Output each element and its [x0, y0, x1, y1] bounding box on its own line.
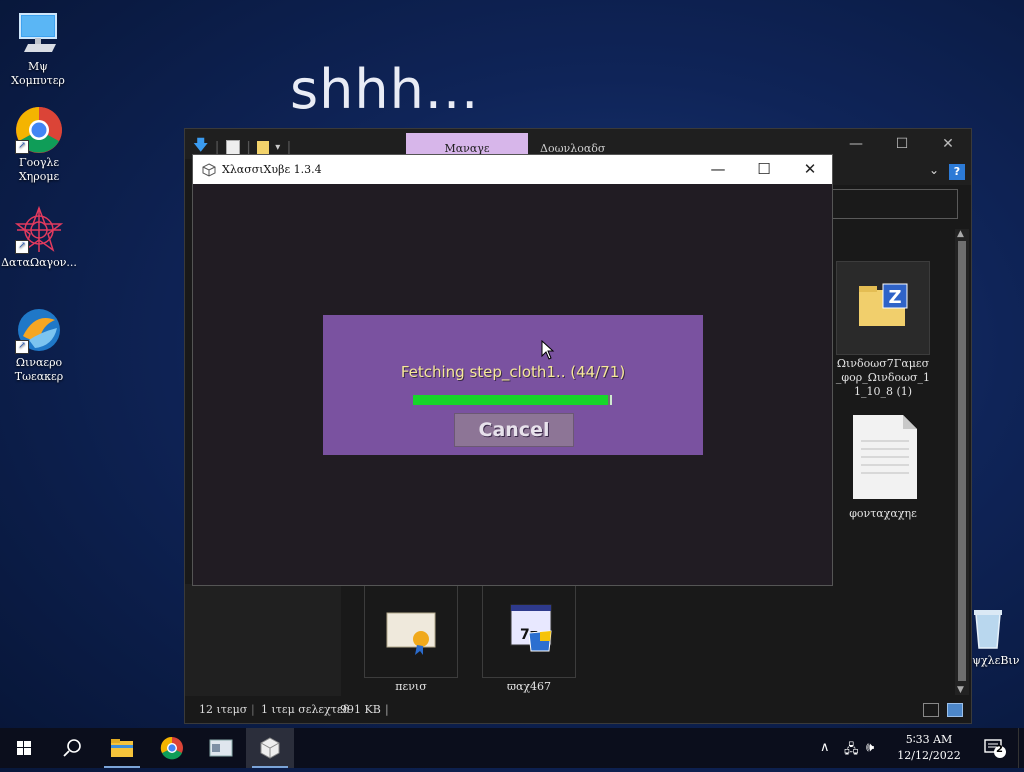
- taskbar-file-explorer[interactable]: [98, 728, 146, 768]
- file-name: Ωινδοωσ7Γαμεσ_φορ_Ωινδοωσ_11_10_8 (1): [835, 357, 931, 398]
- cancel-button[interactable]: Cancel: [454, 413, 574, 447]
- item-count: 12 ιτεμσ: [199, 703, 248, 716]
- navigation-pane[interactable]: [185, 584, 341, 696]
- game-canvas[interactable]: Fetching step_cloth1.. (44/71) Cancel: [193, 184, 832, 585]
- classicube-window[interactable]: ΧλασσιΧυβε 1.3.4 — ☐ ✕ Fetching step_clo…: [192, 154, 833, 586]
- maximize-button[interactable]: ☐: [741, 155, 787, 184]
- details-view-icon[interactable]: [923, 703, 939, 717]
- file-name: πενισ: [395, 680, 427, 693]
- start-button[interactable]: [0, 728, 48, 768]
- file-item[interactable]: πενισ: [363, 584, 459, 694]
- wallpaper-text: shhh...: [290, 58, 480, 121]
- shortcut-arrow-icon: ↗: [15, 340, 29, 354]
- desktop-icon-datawagon[interactable]: ↗ ΔαταΩαγον...: [1, 205, 77, 270]
- desktop-icon-label: ΔαταΩαγον...: [1, 256, 77, 269]
- clock[interactable]: 5∶33 AM 12/12/2022: [886, 732, 972, 764]
- notification-count: 2: [996, 744, 1003, 755]
- taskbar: ∧ 🖧 🕪 5∶33 AM 12/12/2022 2: [0, 728, 1024, 768]
- taskbar-app[interactable]: [197, 728, 245, 768]
- chevron-down-icon[interactable]: ▾: [275, 142, 280, 153]
- shortcut-arrow-icon: ↗: [15, 240, 29, 254]
- desktop-icon-label: Γοογλε Χηρομε: [18, 156, 60, 183]
- desktop-icon-winaero[interactable]: ↗ Ωιναερο Τωεακερ: [1, 306, 77, 384]
- search-icon: [63, 739, 81, 757]
- certificate-icon: [364, 584, 458, 678]
- selection-info: 1 ιτεμ σελεχτεδ: [261, 703, 350, 716]
- vertical-scrollbar[interactable]: ▲ ▼: [955, 229, 969, 695]
- file-item[interactable]: 7z ϖαχ467: [481, 584, 577, 694]
- document-icon: [837, 413, 929, 505]
- classicube-title-bar[interactable]: ΧλασσιΧυβε 1.3.4 — ☐ ✕: [193, 155, 832, 184]
- file-item[interactable]: φονταχαχηε: [835, 413, 931, 521]
- network-icon[interactable]: 🖧: [844, 740, 859, 762]
- app-window-icon: [209, 739, 233, 757]
- large-icons-view-icon[interactable]: [947, 703, 963, 717]
- help-icon[interactable]: ?: [949, 164, 965, 180]
- chrome-icon: [160, 736, 183, 760]
- desktop-icon-label: Μψ Χομπυτερ: [11, 60, 65, 87]
- maximize-button[interactable]: ☐: [879, 129, 925, 159]
- chevron-up-icon[interactable]: ∧: [820, 740, 830, 755]
- status-bar: 12 ιτεμσ | 1 ιτεμ σελεχτεδ 991 KB |: [185, 697, 971, 723]
- shortcut-arrow-icon: ↗: [15, 140, 29, 154]
- desktop-icon-chrome[interactable]: ↗ Γοογλε Χηρομε: [1, 106, 77, 184]
- minimize-button[interactable]: —: [695, 155, 741, 184]
- desktop-icon-my-computer[interactable]: Μψ Χομπυτερ: [0, 10, 76, 88]
- winaero-tweaker-icon: ↗: [15, 306, 63, 354]
- file-name: ϖαχ467: [506, 680, 552, 693]
- mouse-cursor-icon: [541, 339, 555, 360]
- windows-logo-icon: [17, 741, 31, 755]
- cube-icon: [202, 162, 216, 177]
- fetching-dialog: Fetching step_cloth1.. (44/71) Cancel: [323, 315, 703, 455]
- close-button[interactable]: ✕: [925, 129, 971, 159]
- download-progress-bar: [413, 395, 612, 405]
- show-desktop-button[interactable]: [1018, 728, 1024, 768]
- selection-size: 991 KB: [340, 703, 381, 716]
- 7z-installer-icon: 7z: [482, 584, 576, 678]
- new-folder-icon[interactable]: [257, 140, 270, 155]
- fetch-status-text: Fetching step_cloth1.. (44/71): [400, 363, 626, 381]
- notification-center[interactable]: 2: [984, 738, 1006, 762]
- zip-folder-thumbnail: Z: [836, 261, 930, 355]
- folder-icon: [111, 739, 133, 757]
- computer-icon: [14, 10, 62, 58]
- minimize-button[interactable]: —: [833, 129, 879, 159]
- desktop-icon-label: Ωιναερο Τωεακερ: [14, 356, 64, 383]
- scroll-up-icon[interactable]: ▲: [957, 229, 964, 239]
- window-title: ΧλασσιΧυβε 1.3.4: [222, 163, 322, 176]
- svg-text:Z: Z: [888, 287, 901, 308]
- progress-fill: [413, 395, 609, 405]
- taskbar-classicube[interactable]: [246, 728, 294, 768]
- file-name: φονταχαχηε: [849, 507, 917, 520]
- search-box[interactable]: [831, 189, 958, 219]
- ribbon-strip: ⌄ ?: [833, 159, 971, 185]
- clock-time: 5∶33 AM: [905, 733, 953, 746]
- chevron-down-icon[interactable]: ⌄: [929, 163, 939, 177]
- taskbar-chrome[interactable]: [148, 728, 196, 768]
- scroll-down-icon[interactable]: ▼: [957, 685, 964, 695]
- search-button[interactable]: [48, 728, 96, 768]
- clock-date: 12/12/2022: [897, 749, 961, 762]
- datawagon-icon: ↗: [14, 205, 64, 254]
- volume-icon[interactable]: 🕪: [866, 740, 874, 755]
- file-item[interactable]: Z Ωινδοωσ7Γαμεσ_φορ_Ωινδοωσ_11_10_8 (1): [835, 261, 931, 399]
- chrome-icon: ↗: [15, 106, 63, 154]
- cube-icon: [260, 737, 280, 759]
- close-button[interactable]: ✕: [787, 155, 833, 184]
- scrollbar-thumb[interactable]: [958, 241, 966, 681]
- progress-edge: [610, 395, 612, 405]
